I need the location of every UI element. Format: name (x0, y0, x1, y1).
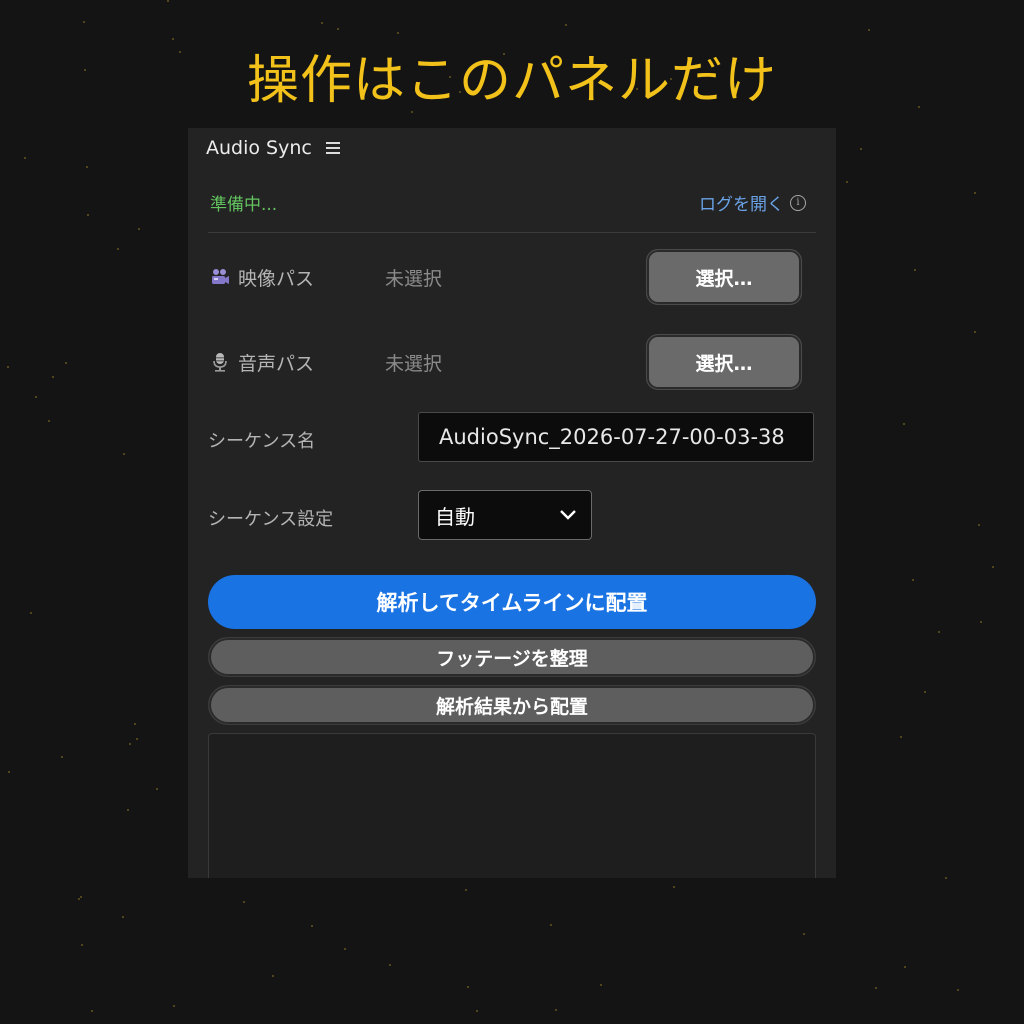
star-dot (52, 376, 54, 378)
star-dot (389, 964, 391, 966)
star-dot (24, 157, 26, 159)
star-dot (243, 901, 245, 903)
panel-header: Audio Sync (206, 132, 340, 164)
panel-title: Audio Sync (206, 137, 312, 159)
star-dot (673, 886, 675, 888)
video-path-value: 未選択 (385, 267, 443, 290)
hamburger-icon[interactable] (325, 142, 340, 154)
star-dot (344, 948, 346, 950)
sequence-setting-label: シーケンス設定 (208, 509, 334, 530)
star-dot (127, 809, 129, 811)
star-dot (846, 181, 848, 183)
sequence-setting-select[interactable]: 自動 (418, 490, 592, 540)
star-dot (555, 1009, 557, 1011)
select-audio-button[interactable]: 選択… (646, 334, 802, 390)
star-dot (122, 916, 124, 918)
star-dot (48, 420, 50, 422)
star-dot (980, 621, 982, 623)
star-dot (868, 29, 870, 31)
chevron-down-icon (560, 510, 576, 520)
star-dot (35, 396, 37, 398)
star-dot (550, 924, 552, 926)
star-dot (123, 453, 125, 455)
star-dot (156, 788, 158, 790)
star-dot (945, 877, 947, 879)
star-dot (61, 756, 63, 758)
star-dot (467, 986, 469, 988)
video-path-row: 映像パス 未選択 選択… (210, 248, 802, 306)
star-dot (974, 192, 976, 194)
divider (208, 232, 816, 233)
star-dot (83, 21, 85, 23)
star-dot (803, 933, 805, 935)
place-from-results-button[interactable]: 解析結果から配置 (208, 685, 816, 725)
stage: 操作はこのパネルだけ Audio Sync 準備中... ログを開く i 映像パ… (0, 0, 1024, 1024)
star-dot (912, 579, 914, 581)
star-dot (80, 896, 82, 898)
sequence-setting-value: 自動 (435, 504, 475, 529)
page-headline: 操作はこのパネルだけ (246, 51, 777, 111)
star-dot (138, 228, 140, 230)
star-dot (8, 771, 10, 773)
star-dot (134, 723, 136, 725)
star-dot (321, 22, 323, 24)
star-dot (87, 214, 89, 216)
star-dot (565, 24, 567, 26)
sequence-name-label: シーケンス名 (208, 431, 316, 452)
star-dot (465, 889, 467, 891)
star-dot (337, 28, 339, 30)
star-dot (957, 989, 959, 991)
star-dot (992, 566, 994, 568)
select-video-button[interactable]: 選択… (646, 249, 802, 305)
star-dot (875, 987, 877, 989)
audio-path-value: 未選択 (385, 352, 443, 375)
star-dot (81, 944, 83, 946)
sequence-name-input[interactable]: AudioSync_2026-07-27-00-03-38 (418, 412, 814, 462)
star-dot (938, 631, 940, 633)
star-dot (30, 612, 32, 614)
star-dot (904, 966, 906, 968)
star-dot (86, 166, 88, 168)
microphone-icon (213, 353, 227, 372)
star-dot (903, 423, 905, 425)
star-dot (974, 331, 976, 333)
open-log-label: ログを開く (699, 195, 784, 215)
star-dot (397, 32, 399, 34)
video-camera-icon (212, 269, 229, 284)
audio-sync-panel: Audio Sync 準備中... ログを開く i 映像パス 未選択 選択… 音… (188, 128, 836, 878)
video-path-label-text: 映像パス (238, 267, 315, 290)
star-dot (860, 148, 862, 150)
organize-footage-button[interactable]: フッテージを整理 (208, 637, 816, 677)
star-dot (914, 269, 916, 271)
star-dot (167, 0, 169, 2)
star-dot (7, 366, 9, 368)
star-dot (129, 743, 131, 745)
audio-path-label-text: 音声パス (238, 352, 315, 375)
star-dot (78, 898, 80, 900)
star-dot (900, 736, 902, 738)
audio-path-label: 音声パス (210, 349, 385, 376)
star-dot (476, 1010, 478, 1012)
analyze-and-place-button[interactable]: 解析してタイムラインに配置 (208, 575, 816, 629)
star-dot (978, 524, 980, 526)
star-dot (65, 362, 67, 364)
star-dot (117, 248, 119, 250)
open-log-link[interactable]: ログを開く i (699, 190, 806, 215)
star-dot (311, 925, 313, 927)
star-dot (91, 1010, 93, 1012)
star-dot (924, 691, 926, 693)
star-dot (136, 738, 138, 740)
log-output-area[interactable] (208, 733, 816, 878)
status-text: 準備中... (210, 195, 278, 215)
video-path-label: 映像パス (210, 264, 385, 291)
status-row: 準備中... ログを開く i (210, 190, 806, 215)
audio-path-row: 音声パス 未選択 選択… (210, 333, 802, 391)
star-dot (272, 975, 274, 977)
star-dot (600, 984, 602, 986)
star-dot (173, 1005, 175, 1007)
info-icon: i (790, 194, 806, 211)
